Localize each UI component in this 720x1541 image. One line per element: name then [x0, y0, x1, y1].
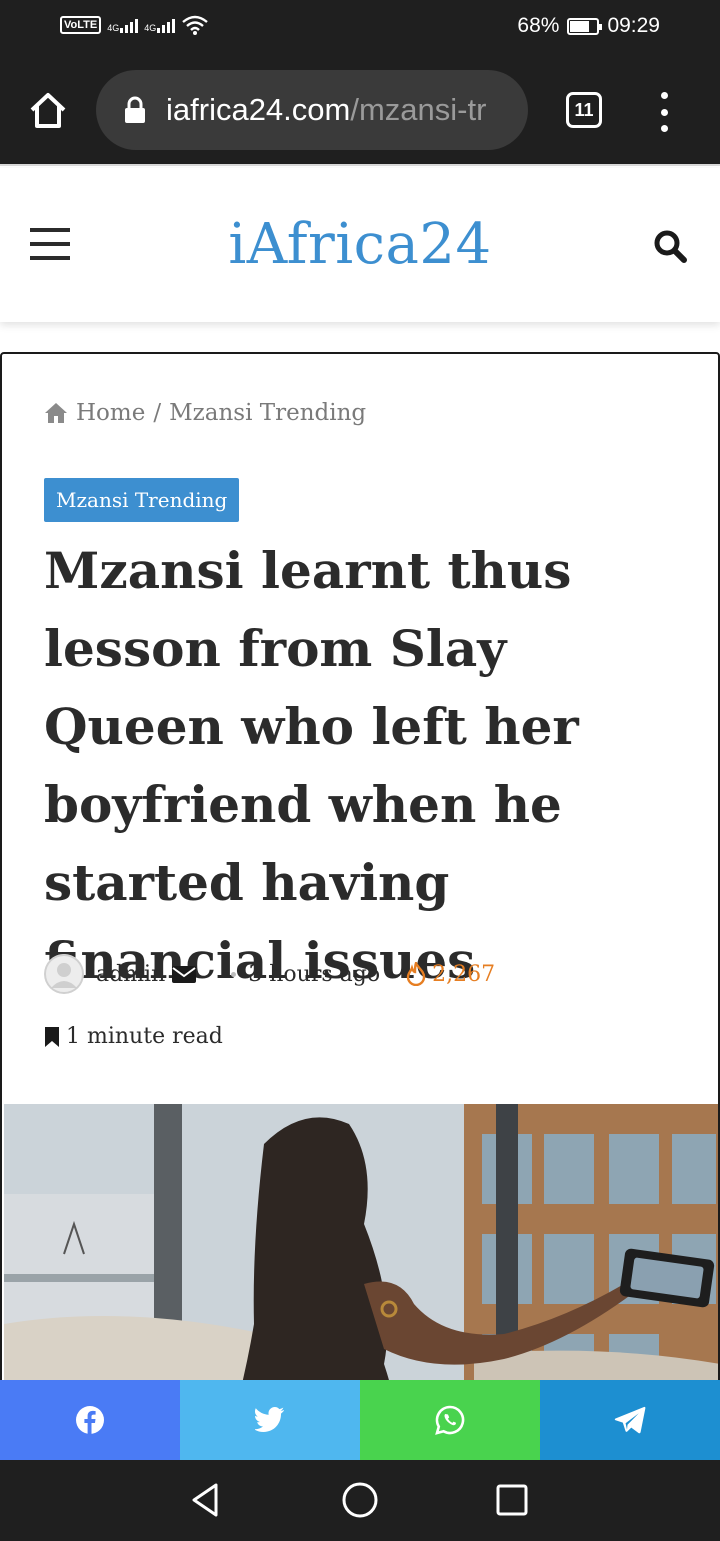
flame-icon	[406, 962, 426, 986]
home-icon	[30, 93, 66, 128]
sim2-signal: 4G	[144, 17, 176, 33]
read-time: 1 minute read	[44, 1024, 223, 1049]
home-button[interactable]	[26, 88, 70, 132]
tab-switcher-button[interactable]: 11	[566, 92, 602, 128]
battery-icon	[567, 17, 603, 35]
status-bar-right: 68% 09:29	[517, 14, 660, 38]
back-triangle-icon	[192, 1483, 218, 1517]
wifi-icon	[182, 15, 209, 35]
share-facebook-button[interactable]	[0, 1380, 180, 1460]
sim1-signal: 4G	[107, 17, 139, 33]
post-time: 3 hours ago	[248, 961, 381, 987]
view-count-value: 2,267	[432, 961, 496, 987]
status-bar-left: VoLTE 4G 4G	[60, 14, 209, 36]
site-logo[interactable]: iAfrica24	[0, 212, 720, 277]
volte-badge: VoLTE	[60, 16, 102, 34]
bookmark-icon	[45, 1026, 59, 1047]
avatar[interactable]	[44, 954, 84, 994]
article-title: Mzansi learnt thus lesson from Slay Quee…	[44, 541, 579, 990]
share-whatsapp-button[interactable]	[360, 1380, 540, 1460]
read-time-text: 1 minute read	[66, 1024, 223, 1049]
breadcrumb: Home / Mzansi Trending	[44, 400, 366, 426]
status-bar: VoLTE 4G 4G 68% 09:29	[0, 0, 720, 56]
twitter-icon	[255, 1407, 284, 1432]
breadcrumb-separator: /	[153, 400, 162, 426]
battery-percent: 68%	[517, 14, 560, 37]
search-icon[interactable]	[652, 228, 688, 264]
browser-toolbar: iafrica24.com/mzansi-tr 11	[0, 56, 720, 166]
facebook-icon	[76, 1406, 104, 1434]
url-text: iafrica24.com/mzansi-tr	[166, 92, 486, 128]
breadcrumb-current: Mzansi Trending	[169, 400, 367, 426]
sim2-network-type: 4G	[144, 23, 157, 33]
telegram-icon	[614, 1406, 646, 1434]
signal-bars-icon	[120, 17, 139, 33]
lock-icon	[125, 96, 145, 123]
more-vertical-icon[interactable]	[654, 92, 674, 132]
clock: 09:29	[607, 14, 660, 37]
category-badge[interactable]: Mzansi Trending	[44, 478, 240, 522]
signal-bars-icon	[157, 17, 176, 33]
recents-square-icon	[496, 1484, 528, 1516]
sim1-network-type: 4G	[107, 23, 120, 33]
home-nav-button[interactable]	[340, 1480, 380, 1520]
article-meta: admin 3 hours ago 2,267	[44, 952, 684, 996]
system-navigation-bar	[0, 1460, 720, 1541]
url-path: /mzansi-tr	[350, 92, 487, 127]
share-telegram-button[interactable]	[540, 1380, 720, 1460]
address-bar[interactable]: iafrica24.com/mzansi-tr	[96, 70, 528, 150]
breadcrumb-home-link[interactable]: Home	[76, 400, 145, 426]
author-name[interactable]: admin	[96, 962, 165, 987]
article-card: Home / Mzansi Trending Mzansi Trending M…	[0, 352, 720, 1452]
share-twitter-button[interactable]	[180, 1380, 360, 1460]
view-count: 2,267	[406, 962, 495, 987]
home-circle-icon	[342, 1482, 378, 1518]
meta-separator-dot	[231, 971, 237, 977]
url-domain: iafrica24.com	[166, 92, 351, 127]
back-button[interactable]	[186, 1480, 226, 1520]
recents-button[interactable]	[492, 1480, 532, 1520]
envelope-icon[interactable]	[171, 964, 197, 984]
user-icon	[44, 954, 84, 994]
site-header: iAfrica24	[0, 168, 720, 322]
share-bar	[0, 1380, 720, 1460]
whatsapp-icon	[435, 1405, 465, 1435]
house-icon	[45, 403, 67, 423]
